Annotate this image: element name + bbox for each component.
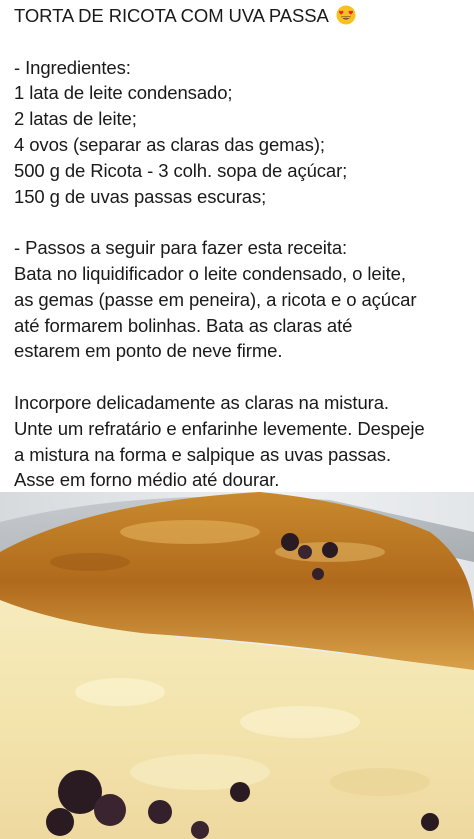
step-line: Bata no liquidificador o leite condensad… <box>14 262 406 284</box>
heart-eyes-emoji-icon <box>336 5 356 25</box>
ingredient-item: 4 ovos (separar as claras das gemas); <box>14 133 325 155</box>
step-line: até formarem bolinhas. Bata as claras at… <box>14 314 353 336</box>
ingredient-item: 2 latas de leite; <box>14 108 137 130</box>
step-line: Asse em forno médio até dourar. <box>14 469 280 491</box>
step-line: estarem em ponto de neve firme. <box>14 340 283 362</box>
step-line: a mistura na forma e salpique as uvas pa… <box>14 443 391 465</box>
steps-heading: - Passos a seguir para fazer esta receit… <box>14 237 348 259</box>
ingredients-heading: - Ingredientes: <box>14 56 131 78</box>
recipe-title-row: TORTA DE RICOTA COM UVA PASSA <box>14 3 466 29</box>
ingredient-item: 1 lata de leite condensado; <box>14 82 233 104</box>
recipe-post: TORTA DE RICOTA COM UVA PASSA - Ingredie… <box>0 0 474 839</box>
ricotta-cake-slice-image <box>0 492 474 839</box>
recipe-title: TORTA DE RICOTA COM UVA PASSA <box>14 5 328 26</box>
step-line: as gemas (passe em peneira), a ricota e … <box>14 288 417 310</box>
step-line: Incorpore delicadamente as claras na mis… <box>14 391 389 413</box>
step-line: Unte um refratário e enfarinhe levemente… <box>14 417 425 439</box>
recipe-text: TORTA DE RICOTA COM UVA PASSA - Ingredie… <box>14 3 466 493</box>
ingredient-item: 500 g de Ricota - 3 colh. sopa de açúcar… <box>14 159 348 181</box>
ingredient-item: 150 g de uvas passas escuras; <box>14 185 267 207</box>
